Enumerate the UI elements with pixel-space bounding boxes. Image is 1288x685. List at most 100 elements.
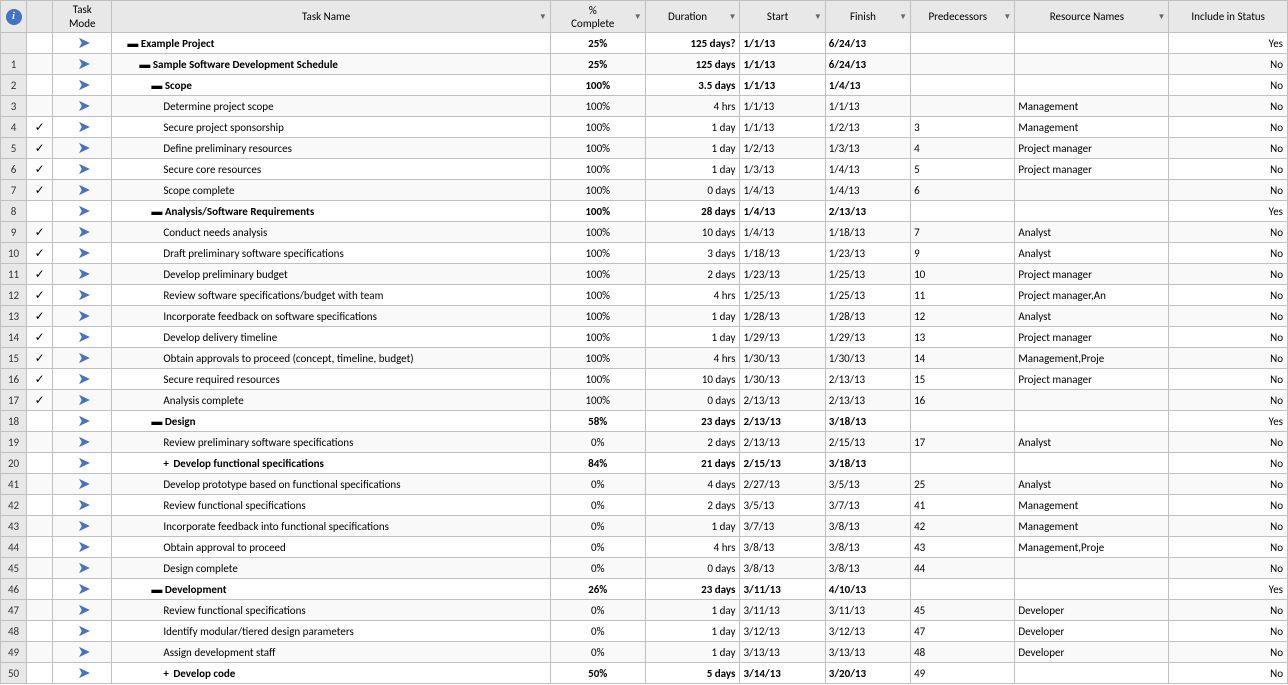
check-cell: ✓ — [27, 285, 53, 306]
task-name-text: + Develop functional specifications — [115, 457, 324, 470]
table-row[interactable]: ➤▬ Example Project25%125 days?1/1/136/24… — [1, 33, 1288, 54]
pct-complete-cell: 100% — [550, 369, 645, 390]
finish-date-cell: 1/4/13 — [825, 180, 910, 201]
table-row[interactable]: 46➤▬ Development26%23 days3/11/134/10/13… — [1, 579, 1288, 600]
pct-complete-cell: 100% — [550, 306, 645, 327]
predecessors-cell: 5 — [911, 159, 1015, 180]
table-row[interactable]: 50➤+ Develop code50%5 days3/14/133/20/13… — [1, 663, 1288, 684]
task-name-text: Secure required resources — [115, 373, 279, 386]
include-status-cell: No — [1169, 75, 1288, 96]
include-status-cell: No — [1169, 54, 1288, 75]
task-name-cell: ▬ Design — [112, 411, 550, 432]
task-name-sort-arrow: ▼ — [539, 12, 547, 22]
table-row[interactable]: 4✓➤Secure project sponsorship100%1 day1/… — [1, 117, 1288, 138]
predecessors-cell: 17 — [911, 432, 1015, 453]
finish-date-cell: 1/28/13 — [825, 306, 910, 327]
table-row[interactable]: 8➤▬ Analysis/Software Requirements100%28… — [1, 201, 1288, 222]
table-row[interactable]: 49➤Assign development staff0%1 day3/13/1… — [1, 642, 1288, 663]
table-row[interactable]: 3➤Determine project scope100%4 hrs1/1/13… — [1, 96, 1288, 117]
task-name-header[interactable]: Task Name▼ — [112, 1, 550, 33]
finish-header[interactable]: Finish▼ — [825, 1, 910, 33]
row-number: 8 — [1, 201, 27, 222]
check-cell — [27, 474, 53, 495]
task-name-cell: Analysis complete — [112, 390, 550, 411]
finish-date-cell: 1/4/13 — [825, 75, 910, 96]
table-row[interactable]: 48➤Identify modular/tiered design parame… — [1, 621, 1288, 642]
include-status-cell: Yes — [1169, 33, 1288, 54]
table-row[interactable]: 1➤▬ Sample Software Development Schedule… — [1, 54, 1288, 75]
start-date-cell: 2/13/13 — [740, 390, 825, 411]
start-date-cell: 2/27/13 — [740, 474, 825, 495]
task-mode-icon: ➤ — [77, 603, 87, 613]
include-status-header[interactable]: Include in Status — [1169, 1, 1288, 33]
predecessors-header[interactable]: Predecessors▼ — [911, 1, 1015, 33]
include-status-cell: No — [1169, 180, 1288, 201]
task-mode-cell: ➤ — [53, 642, 112, 663]
table-row[interactable]: 6✓➤Secure core resources100%1 day1/3/131… — [1, 159, 1288, 180]
predecessors-cell — [911, 75, 1015, 96]
task-name-text: Develop delivery timeline — [115, 331, 277, 344]
table-row[interactable]: 43➤Incorporate feedback into functional … — [1, 516, 1288, 537]
task-mode-icon: ➤ — [77, 288, 87, 298]
task-name-cell: Review software specifications/budget wi… — [112, 285, 550, 306]
task-mode-icon: ➤ — [77, 330, 87, 340]
table-row[interactable]: 11✓➤Develop preliminary budget100%2 days… — [1, 264, 1288, 285]
check-cell — [27, 411, 53, 432]
include-status-cell: Yes — [1169, 201, 1288, 222]
pct-complete-cell: 25% — [550, 54, 645, 75]
predecessors-cell — [911, 54, 1015, 75]
table-row[interactable]: 41➤Develop prototype based on functional… — [1, 474, 1288, 495]
table-row[interactable]: 17✓➤Analysis complete100%0 days2/13/132/… — [1, 390, 1288, 411]
table-row[interactable]: 19➤Review preliminary software specifica… — [1, 432, 1288, 453]
table-row[interactable]: 16✓➤Secure required resources100%10 days… — [1, 369, 1288, 390]
expand-icon: + — [163, 457, 168, 470]
pct-complete-header[interactable]: %Complete▼ — [550, 1, 645, 33]
predecessors-cell: 48 — [911, 642, 1015, 663]
resource-names-header[interactable]: Resource Names▼ — [1015, 1, 1169, 33]
table-row[interactable]: 2➤▬ Scope100%3.5 days1/1/131/4/13No — [1, 75, 1288, 96]
table-row[interactable]: 18➤▬ Design58%23 days2/13/133/18/13Yes — [1, 411, 1288, 432]
task-mode-cell: ➤ — [53, 453, 112, 474]
row-number: 9 — [1, 222, 27, 243]
include-status-cell: No — [1169, 390, 1288, 411]
duration-header[interactable]: Duration▼ — [645, 1, 740, 33]
task-mode-cell: ➤ — [53, 159, 112, 180]
row-number — [1, 33, 27, 54]
pct-sort-arrow: ▼ — [634, 12, 642, 22]
table-row[interactable]: 44➤Obtain approval to proceed0%4 hrs3/8/… — [1, 537, 1288, 558]
table-row[interactable]: 10✓➤Draft preliminary software specifica… — [1, 243, 1288, 264]
table-row[interactable]: 13✓➤Incorporate feedback on software spe… — [1, 306, 1288, 327]
start-date-cell: 2/13/13 — [740, 432, 825, 453]
table-row[interactable]: 47➤Review functional specifications0%1 d… — [1, 600, 1288, 621]
include-status-cell: No — [1169, 432, 1288, 453]
table-row[interactable]: 9✓➤Conduct needs analysis100%10 days1/4/… — [1, 222, 1288, 243]
task-name-cell: + Develop code — [112, 663, 550, 684]
table-row[interactable]: 15✓➤Obtain approvals to proceed (concept… — [1, 348, 1288, 369]
table-row[interactable]: 7✓➤Scope complete100%0 days1/4/131/4/136… — [1, 180, 1288, 201]
table-row[interactable]: 42➤Review functional specifications0%2 d… — [1, 495, 1288, 516]
table-row[interactable]: 14✓➤Develop delivery timeline100%1 day1/… — [1, 327, 1288, 348]
table-row[interactable]: 12✓ ➤ Review software specifications/budge… — [1, 285, 1288, 306]
row-number: 42 — [1, 495, 27, 516]
check-cell — [27, 600, 53, 621]
table-row[interactable]: 5✓➤Define preliminary resources100%1 day… — [1, 138, 1288, 159]
predecessors-cell: 7 — [911, 222, 1015, 243]
start-header[interactable]: Start▼ — [740, 1, 825, 33]
task-name-cell: Review functional specifications — [112, 600, 550, 621]
table-row[interactable]: 20➤+ Develop functional specifications84… — [1, 453, 1288, 474]
pct-complete-cell: 100% — [550, 138, 645, 159]
resource-names-cell: Project manager — [1015, 264, 1169, 285]
duration-cell: 3.5 days — [645, 75, 740, 96]
pct-complete-cell: 100% — [550, 75, 645, 96]
task-name-text: ▬ Analysis/Software Requirements — [115, 205, 314, 218]
table-row[interactable]: 45➤Design complete0%0 days3/8/133/8/1344… — [1, 558, 1288, 579]
row-number: 12 — [1, 285, 27, 306]
task-mode-header[interactable]: TaskMode — [53, 1, 112, 33]
finish-date-cell: 1/30/13 — [825, 348, 910, 369]
finish-date-cell: 3/7/13 — [825, 495, 910, 516]
row-number: 3 — [1, 96, 27, 117]
finish-date-cell: 3/18/13 — [825, 411, 910, 432]
row-number: 10 — [1, 243, 27, 264]
predecessors-cell: 12 — [911, 306, 1015, 327]
duration-cell: 23 days — [645, 411, 740, 432]
